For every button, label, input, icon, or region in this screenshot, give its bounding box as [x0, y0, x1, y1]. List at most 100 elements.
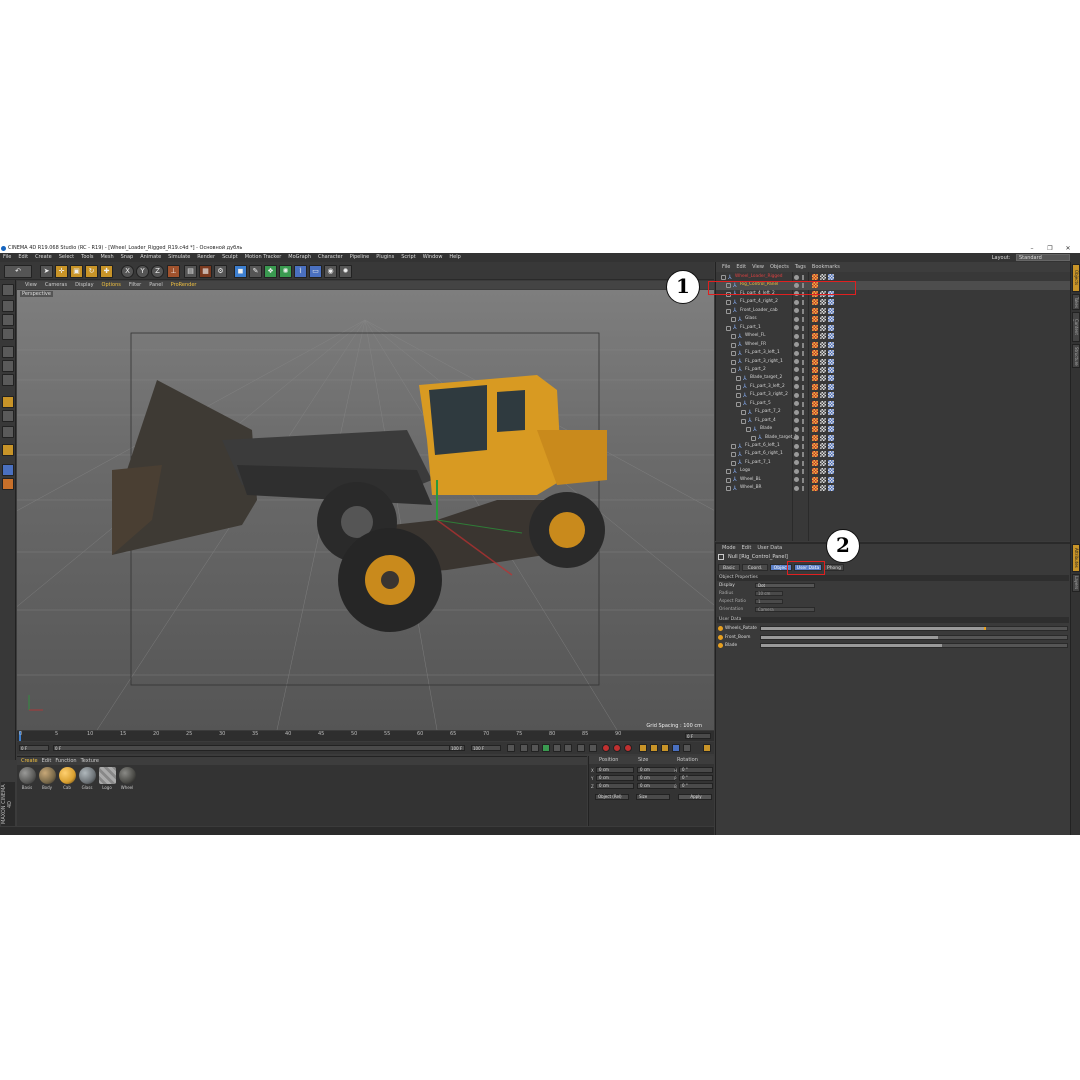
user-data-slider[interactable] — [760, 634, 1068, 640]
material-logo[interactable]: Logo — [98, 767, 116, 790]
object-row[interactable]: ⅄ Logo — [716, 467, 1071, 475]
object-row[interactable]: ⅄ Wheel_FL — [716, 332, 1071, 340]
expand-toggle-icon[interactable] — [736, 376, 741, 382]
pen-icon[interactable]: ✎ — [249, 265, 262, 278]
tab-takes[interactable]: Takes — [1072, 294, 1080, 310]
3d-viewport[interactable]: Perspective Grid Spacing : 100 cm — [17, 290, 714, 730]
object-tag-icon[interactable] — [812, 383, 818, 390]
viewport-menu-panel[interactable]: Panel — [149, 282, 163, 288]
om-menu-edit[interactable]: Edit — [736, 264, 746, 270]
coordinate-system-icon[interactable]: ⊥ — [167, 265, 180, 278]
record-icon[interactable] — [602, 744, 610, 752]
object-tag-icon[interactable] — [828, 324, 834, 331]
material-menu-texture[interactable]: Texture — [81, 758, 99, 764]
object-row[interactable]: ⅄ Blade — [716, 425, 1071, 433]
layer-visibility-icon[interactable] — [794, 477, 799, 483]
editor-render-dots-icon[interactable] — [802, 300, 804, 306]
object-tag-icon[interactable] — [812, 417, 818, 424]
pla-key-icon[interactable] — [683, 744, 691, 752]
object-tag-icon[interactable] — [828, 417, 834, 424]
object-row[interactable]: ⅄ FL_part_1 — [716, 324, 1071, 332]
size-x-field[interactable]: 0 cm — [637, 767, 675, 773]
editor-render-dots-icon[interactable] — [802, 393, 804, 399]
expand-toggle-icon[interactable] — [731, 367, 736, 373]
previous-key-icon[interactable] — [520, 744, 528, 752]
object-tag-icon[interactable] — [820, 451, 826, 458]
expand-toggle-icon[interactable] — [736, 393, 741, 399]
object-tag-icon[interactable] — [812, 451, 818, 458]
object-tag-icon[interactable] — [828, 383, 834, 390]
layer-visibility-icon[interactable] — [794, 451, 799, 457]
user-data-slider[interactable] — [760, 643, 1068, 648]
expand-toggle-icon[interactable] — [751, 435, 756, 441]
material-basis[interactable]: Basis — [18, 767, 36, 790]
go-to-end-icon[interactable] — [577, 744, 585, 752]
object-row[interactable]: ⅄ FL_part_7_1 — [716, 459, 1071, 467]
om-menu-bookmarks[interactable]: Bookmarks — [812, 264, 840, 270]
editor-render-dots-icon[interactable] — [802, 427, 804, 433]
menu-select[interactable]: Select — [59, 254, 74, 260]
menu-create[interactable]: Create — [35, 254, 52, 260]
menu-simulate[interactable]: Simulate — [168, 254, 190, 260]
timeline-window-icon[interactable] — [703, 744, 711, 752]
material-wheel[interactable]: Wheel — [118, 767, 136, 790]
object-tag-icon[interactable] — [820, 274, 826, 280]
am-menu-user-data[interactable]: User Data — [757, 545, 782, 551]
end-frame-field[interactable]: 100 F — [471, 745, 501, 751]
object-tag-icon[interactable] — [828, 350, 834, 357]
animate-key-icon[interactable] — [718, 643, 723, 648]
object-row[interactable]: ⅄ FL_part_3_left_2 — [716, 383, 1071, 391]
object-tag-icon[interactable] — [828, 434, 834, 441]
preview-range-slider[interactable]: 0 F — [53, 745, 465, 751]
object-tag-icon[interactable] — [820, 375, 826, 382]
expand-toggle-icon[interactable] — [731, 317, 736, 323]
object-tag-icon[interactable] — [820, 383, 826, 390]
object-tag-icon[interactable] — [828, 358, 834, 365]
menu-mesh[interactable]: Mesh — [100, 254, 113, 260]
menu-sculpt[interactable]: Sculpt — [222, 254, 238, 260]
layer-visibility-icon[interactable] — [794, 367, 799, 373]
object-tag-icon[interactable] — [828, 459, 834, 466]
snap-icon[interactable] — [2, 426, 14, 438]
editor-render-dots-icon[interactable] — [802, 275, 804, 280]
object-tag-icon[interactable] — [828, 476, 834, 483]
render-settings-icon[interactable]: ⚙ — [214, 265, 227, 278]
display-select[interactable]: Dot — [755, 583, 815, 588]
undo-icon[interactable]: ↶ — [4, 265, 32, 278]
expand-toggle-icon[interactable] — [736, 401, 741, 407]
object-tag-icon[interactable] — [828, 392, 834, 399]
om-menu-tags[interactable]: Tags — [795, 264, 806, 270]
editor-render-dots-icon[interactable] — [802, 444, 804, 449]
object-tag-icon[interactable] — [820, 476, 826, 483]
object-tag-icon[interactable] — [828, 333, 834, 340]
rotation-p-field[interactable]: 0 ° — [679, 775, 713, 781]
object-tag-icon[interactable] — [828, 274, 834, 280]
object-tag-icon[interactable] — [812, 341, 818, 348]
expand-toggle-icon[interactable] — [746, 427, 751, 433]
position-x-field[interactable]: 0 cm — [596, 767, 634, 773]
object-tag-icon[interactable] — [820, 366, 826, 373]
editor-render-dots-icon[interactable] — [802, 376, 804, 382]
tab-structure[interactable]: Structure — [1072, 344, 1080, 368]
layer-visibility-icon[interactable] — [794, 274, 799, 280]
coordinate-mode-select[interactable]: Object (Rel) — [595, 794, 629, 800]
material-menu-function[interactable]: Function — [55, 758, 76, 764]
om-menu-objects[interactable]: Objects — [770, 264, 789, 270]
object-tag-icon[interactable] — [820, 316, 826, 323]
expand-toggle-icon[interactable] — [731, 342, 736, 348]
axis-mode-icon[interactable] — [2, 396, 14, 408]
object-tag-icon[interactable] — [812, 443, 818, 449]
object-row[interactable]: ⅄ FL_part_3_left_1 — [716, 349, 1071, 357]
object-tag-icon[interactable] — [828, 485, 834, 492]
rotation-key-icon[interactable] — [661, 744, 669, 752]
object-tag-icon[interactable] — [812, 324, 818, 331]
layer-visibility-icon[interactable] — [794, 375, 799, 381]
layout-dropdown[interactable]: Standard — [1016, 254, 1070, 261]
object-tag-icon[interactable] — [812, 392, 818, 399]
layer-visibility-icon[interactable] — [794, 359, 799, 364]
object-tag-icon[interactable] — [812, 299, 818, 306]
tab-objects[interactable]: Objects — [1072, 264, 1080, 292]
axis-x-button[interactable]: X — [121, 265, 134, 278]
viewport-menu-cameras[interactable]: Cameras — [45, 282, 67, 288]
render-view-icon[interactable]: ▤ — [184, 265, 197, 278]
